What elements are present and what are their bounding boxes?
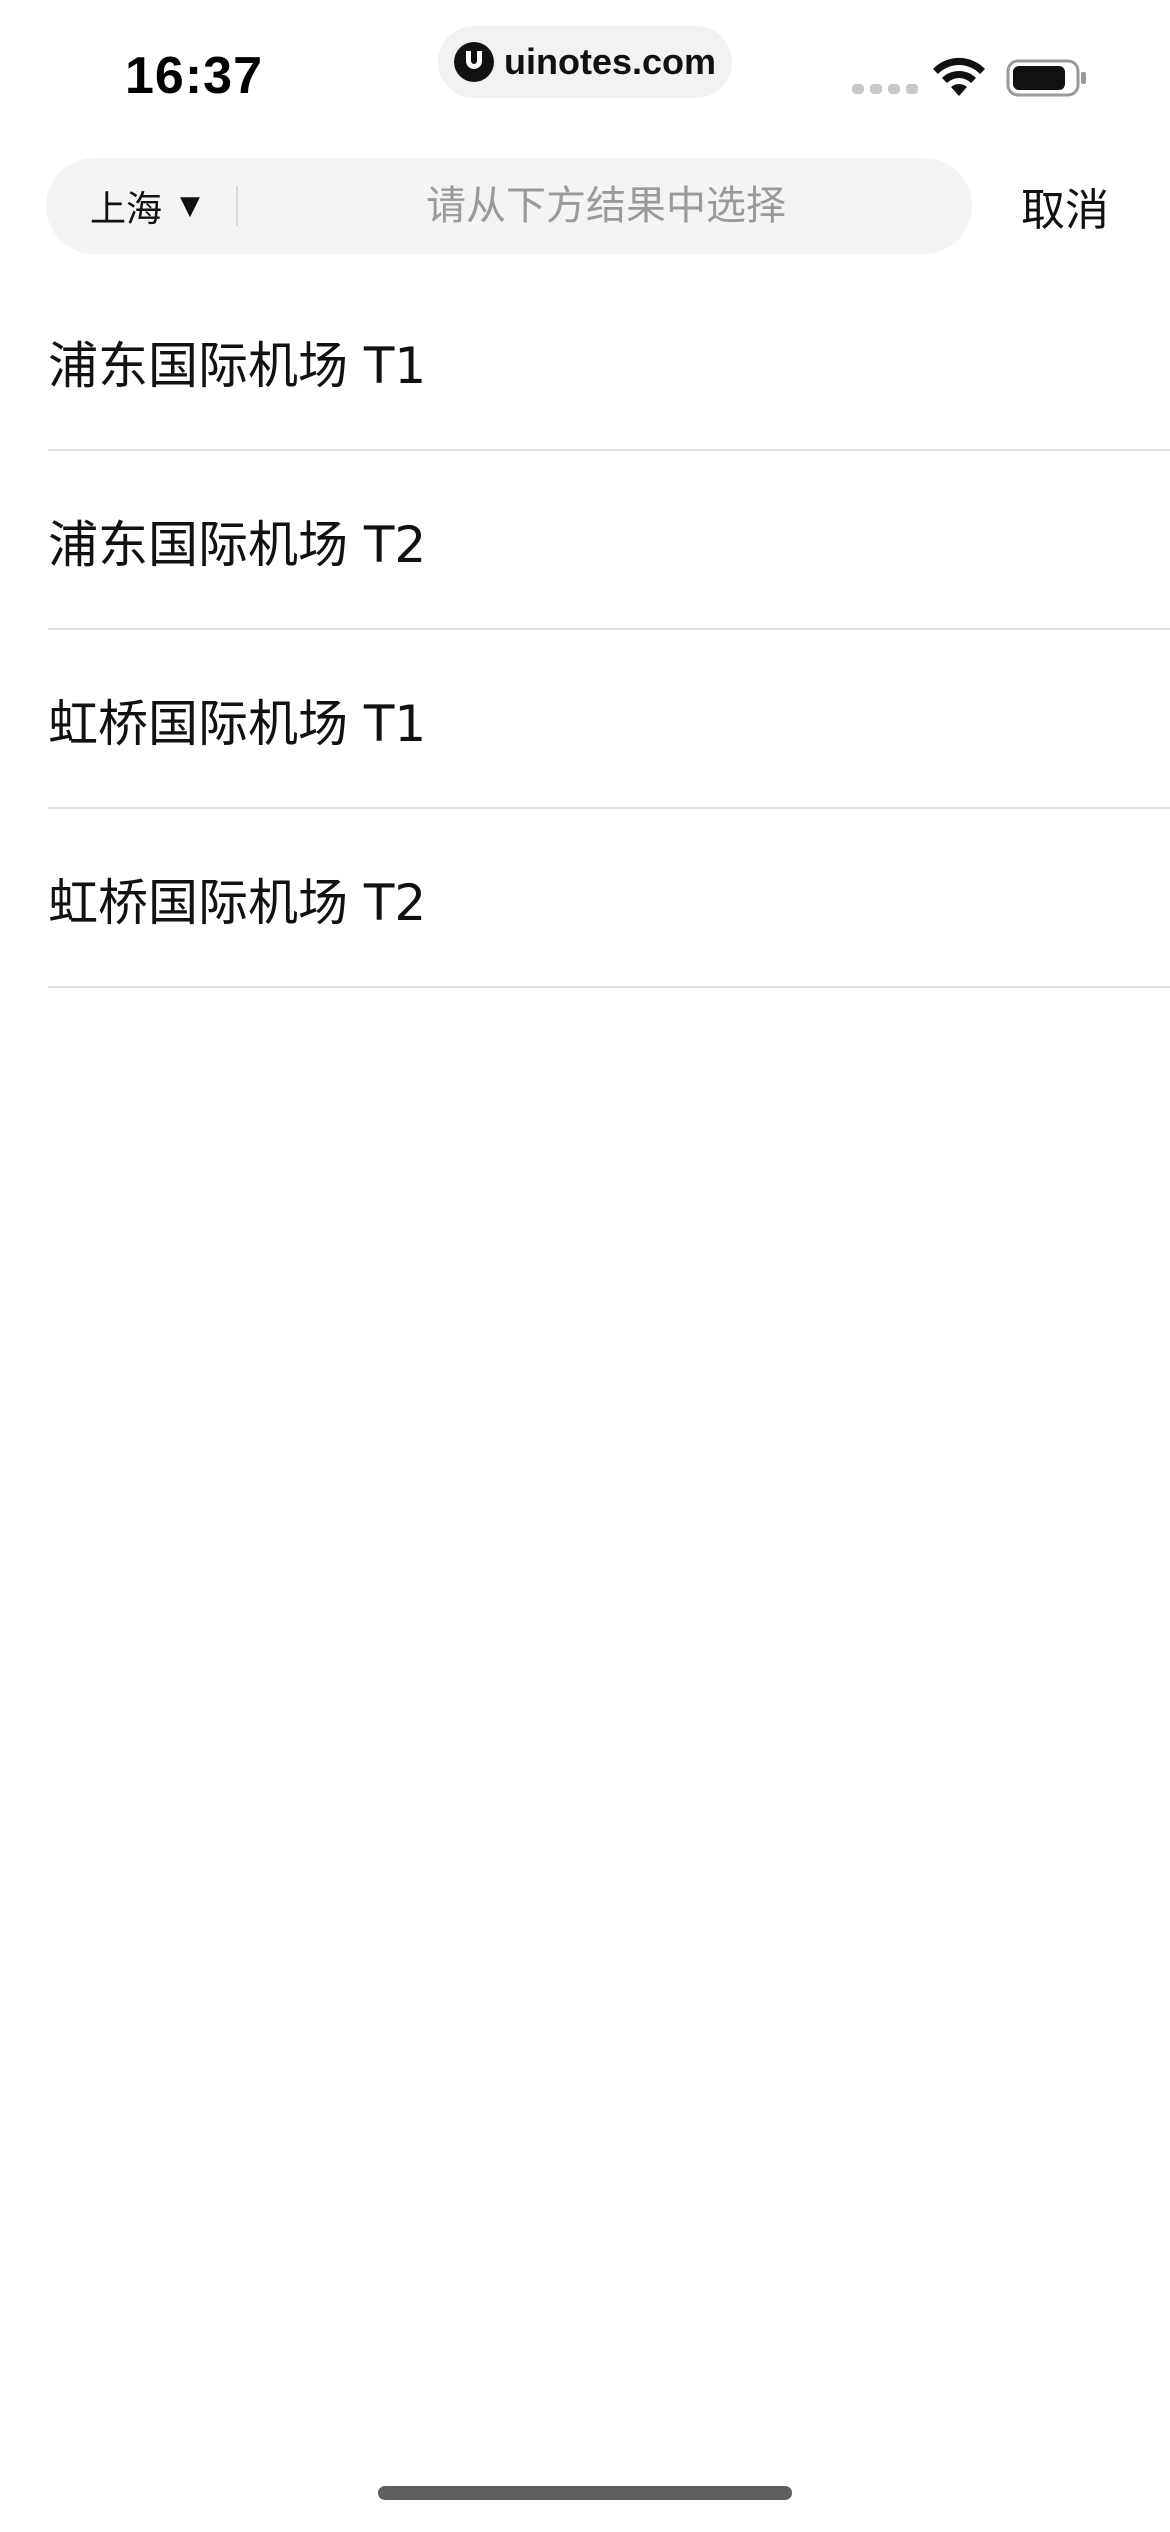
logo-icon	[454, 42, 494, 82]
result-item-pudong-t1[interactable]: 浦东国际机场 T1	[0, 272, 1170, 451]
city-selector[interactable]: 上海 ▼	[90, 158, 200, 254]
result-item-hongqiao-t2[interactable]: 虹桥国际机场 T2	[0, 809, 1170, 988]
city-label: 上海	[90, 189, 163, 230]
status-bar: 16:37 uinotes.com	[0, 0, 1170, 150]
cancel-button[interactable]: 取消	[1000, 158, 1130, 254]
wifi-icon	[933, 57, 985, 96]
result-item-hongqiao-t1[interactable]: 虹桥国际机场 T1	[0, 630, 1170, 809]
result-label: 浦东国际机场 T1	[48, 336, 427, 395]
result-label: 虹桥国际机场 T1	[48, 694, 427, 753]
result-label: 虹桥国际机场 T2	[48, 873, 427, 932]
signal-icon	[852, 84, 918, 94]
search-input[interactable]	[266, 158, 946, 254]
url-text: uinotes.com	[504, 41, 717, 82]
result-list: 浦东国际机场 T1 浦东国际机场 T2 虹桥国际机场 T1 虹桥国际机场 T2	[0, 272, 1170, 988]
search-divider	[236, 186, 238, 226]
search-bar: 上海 ▼	[46, 158, 972, 254]
caret-down-icon: ▼	[180, 191, 201, 221]
home-indicator[interactable]	[378, 2486, 792, 2500]
status-time: 16:37	[125, 47, 263, 105]
url-pill[interactable]: uinotes.com	[438, 26, 732, 98]
result-item-pudong-t2[interactable]: 浦东国际机场 T2	[0, 451, 1170, 630]
result-label: 浦东国际机场 T2	[48, 515, 427, 574]
battery-icon	[1006, 59, 1086, 97]
divider	[48, 986, 1170, 988]
